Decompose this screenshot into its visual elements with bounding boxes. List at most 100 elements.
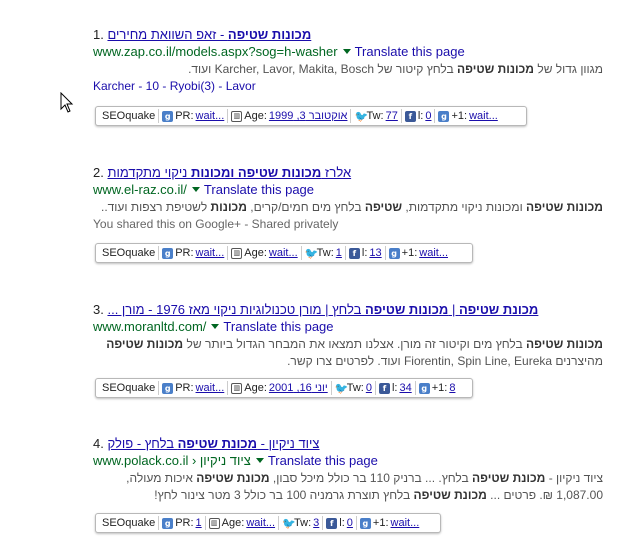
- tw-label: Tw:: [316, 247, 334, 259]
- seoquake-label[interactable]: SEOquake: [102, 110, 155, 122]
- pr-value[interactable]: wait...: [196, 247, 225, 259]
- result-number: 3.: [93, 302, 104, 317]
- result-url-line: www.polack.co.il › ציוד ניקיון Translate …: [93, 452, 613, 470]
- tw-value[interactable]: 3: [313, 517, 319, 529]
- gp-value[interactable]: 8: [449, 382, 455, 394]
- fb-label: l:: [417, 110, 424, 122]
- result-title-line: 3. מכונת שטיפה | מכונות שטיפה בלחץ | מור…: [93, 302, 613, 318]
- google-plus-icon: g: [388, 247, 400, 259]
- result-sitelinks[interactable]: Karcher - 10 - Ryobi(3) - Lavor: [93, 78, 613, 95]
- twitter-icon: 🐦: [354, 109, 369, 123]
- tw-value[interactable]: 77: [386, 110, 398, 122]
- twitter-icon: 🐦: [334, 381, 349, 395]
- fb-label: l:: [391, 382, 398, 394]
- gp-label: +1:: [372, 517, 389, 529]
- seoquake-label[interactable]: SEOquake: [102, 247, 155, 259]
- seoquake-bar: SEOquake g PR: 1 ▥ Age: wait... 🐦 Tw: 3 f l: 0 g…: [95, 513, 441, 533]
- google-plus-icon: g: [438, 110, 450, 122]
- twitter-icon: 🐦: [304, 246, 319, 260]
- fb-label: l:: [339, 517, 345, 529]
- pr-value[interactable]: 1: [196, 517, 202, 529]
- chevron-down-icon[interactable]: [211, 324, 220, 330]
- translate-link[interactable]: Translate this page: [223, 319, 333, 334]
- tw-value[interactable]: 1: [336, 247, 342, 259]
- pr-label: PR:: [175, 517, 194, 529]
- result-snippet: מגוון גדול של מכונות שטיפה בלחץ קיטור של…: [188, 62, 603, 76]
- result-title-link[interactable]: מכונות שטיפה - זאפ השוואת מחירים: [107, 27, 311, 42]
- result-url-line: www.zap.co.il/models.aspx?sog=h-washer Tr…: [93, 43, 613, 61]
- age-label: Age:: [244, 110, 267, 122]
- result-number: 1.: [93, 27, 104, 42]
- seoquake-label[interactable]: SEOquake: [102, 382, 155, 394]
- result-number: 2.: [93, 165, 104, 180]
- gp-value[interactable]: wait...: [419, 247, 448, 259]
- gp-value[interactable]: wait...: [469, 110, 498, 122]
- search-result: 4. ציוד ניקיון - מכונת שטיפה בלחץ - פולק…: [93, 436, 613, 504]
- translate-link[interactable]: Translate this page: [268, 453, 378, 468]
- result-title-link[interactable]: אלרז מכונות שטיפה ומכונות ניקוי מתקדמות: [107, 165, 351, 180]
- result-url: www.polack.co.il › ציוד ניקיון: [93, 453, 251, 468]
- fb-value[interactable]: 0: [425, 110, 431, 122]
- result-snippet: מכונות שטיפה בלחץ מים וקיטור זה מורן. אצ…: [106, 337, 603, 351]
- google-icon: g: [162, 110, 174, 122]
- pr-value[interactable]: wait...: [196, 382, 225, 394]
- result-snippet: ציוד ניקיון - מכונת שטיפה בלחץ. ... ברני…: [126, 471, 603, 485]
- archive-icon: ▥: [231, 110, 243, 122]
- archive-icon: ▥: [208, 517, 220, 529]
- pr-label: PR:: [175, 110, 194, 122]
- archive-icon: ▥: [231, 382, 243, 394]
- facebook-icon: f: [378, 382, 390, 394]
- archive-icon: ▥: [231, 247, 243, 259]
- mouse-cursor-icon: [60, 92, 74, 113]
- facebook-icon: f: [326, 517, 338, 529]
- result-title-link[interactable]: מכונת שטיפה | מכונות שטיפה בלחץ | מורן ט…: [107, 302, 538, 317]
- result-snippet-line2: 1,087.00 ₪. פרטים ... מכונת שטיפה בלחץ ת…: [154, 488, 603, 502]
- fb-value[interactable]: 34: [399, 382, 411, 394]
- fb-value[interactable]: 0: [347, 517, 353, 529]
- result-number: 4.: [93, 436, 104, 451]
- age-label: Age:: [244, 247, 267, 259]
- result-url-line: www.el-raz.co.il/Translate this page: [93, 181, 613, 199]
- pr-label: PR:: [175, 247, 194, 259]
- result-snippet-line2: מהיצרנים Fiorentin, Spin Line, Eureka וע…: [287, 354, 603, 368]
- gp-value[interactable]: wait...: [391, 517, 420, 529]
- result-title-line: 2. אלרז מכונות שטיפה ומכונות ניקוי מתקדמ…: [93, 165, 613, 181]
- translate-link[interactable]: Translate this page: [204, 182, 314, 197]
- google-icon: g: [162, 247, 174, 259]
- fb-value[interactable]: 13: [369, 247, 381, 259]
- seoquake-bar: SEOquake g PR: wait... ▥ Age: יוני 16, 2001 …: [95, 378, 473, 398]
- age-value[interactable]: יוני 16, 2001: [269, 382, 328, 394]
- google-plus-icon: g: [418, 382, 430, 394]
- result-url-line: www.moranltd.com/Translate this page: [93, 318, 613, 336]
- gp-label: +1:: [401, 247, 418, 259]
- tw-label: Tw:: [294, 517, 312, 529]
- result-title-line: 1. מכונות שטיפה - זאפ השוואת מחירים: [93, 27, 613, 43]
- google-icon: g: [162, 517, 174, 529]
- result-url: www.moranltd.com/: [93, 319, 207, 334]
- pr-label: PR:: [175, 382, 194, 394]
- age-value[interactable]: wait...: [246, 517, 275, 529]
- seoquake-label[interactable]: SEOquake: [102, 517, 155, 529]
- result-url: www.el-raz.co.il/: [93, 182, 187, 197]
- chevron-down-icon[interactable]: [191, 187, 200, 193]
- seoquake-bar: SEOquake g PR: wait... ▥ Age: wait... 🐦 Tw: 1 …: [95, 243, 473, 263]
- result-url: www.zap.co.il/models.aspx?sog=h-washer: [93, 44, 338, 59]
- tw-value[interactable]: 0: [366, 382, 372, 394]
- result-title-link[interactable]: ציוד ניקיון - מכונת שטיפה בלחץ - פולק: [107, 436, 319, 451]
- translate-link[interactable]: Translate this page: [355, 44, 465, 59]
- age-value[interactable]: אוקטובר 3, 1999: [269, 110, 348, 122]
- shared-note: You shared this on Google+ - Shared priv…: [93, 217, 339, 231]
- chevron-down-icon[interactable]: [255, 458, 264, 464]
- age-value[interactable]: wait...: [269, 247, 298, 259]
- gp-label: +1:: [451, 110, 468, 122]
- fb-label: l:: [361, 247, 368, 259]
- chevron-down-icon[interactable]: [342, 49, 351, 55]
- seoquake-bar: SEOquake g PR: wait... ▥ Age: אוקטובר 3, 199…: [95, 106, 527, 126]
- pr-value[interactable]: wait...: [196, 110, 225, 122]
- age-label: Age:: [221, 517, 245, 529]
- gp-label: +1:: [431, 382, 448, 394]
- facebook-icon: f: [404, 110, 416, 122]
- facebook-icon: f: [348, 247, 360, 259]
- twitter-icon: 🐦: [282, 516, 296, 530]
- tw-label: Tw:: [366, 110, 384, 122]
